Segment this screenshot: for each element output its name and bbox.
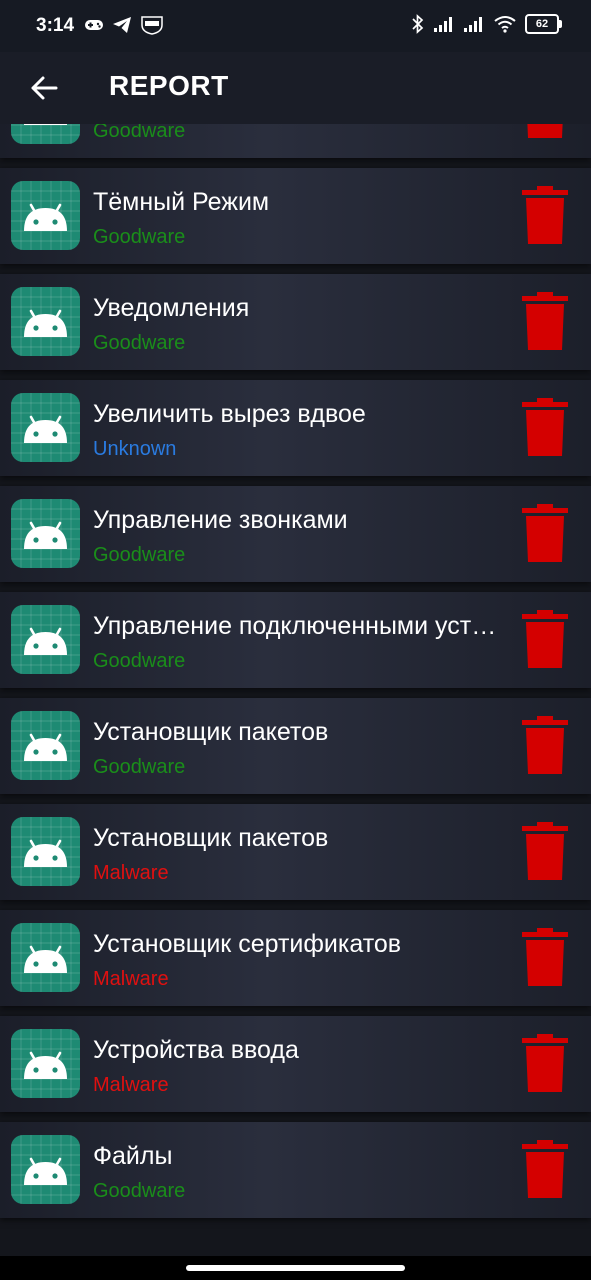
telegram-icon [113, 17, 131, 33]
delete-button[interactable] [520, 398, 570, 458]
app-status-label: Malware [93, 968, 169, 990]
status-icons-left [84, 15, 164, 35]
page-title: REPORT [109, 70, 229, 101]
wifi-icon [494, 16, 516, 33]
app-report-item[interactable]: Уведомления Goodware [0, 274, 591, 370]
app-report-item[interactable]: Файлы Goodware [0, 1122, 591, 1218]
app-name: Увеличить вырез вдвое [93, 400, 366, 428]
delete-button[interactable] [520, 716, 570, 776]
vpn-badge-icon [141, 16, 163, 35]
app-report-item[interactable]: Установщик пакетов Malware [0, 804, 591, 900]
home-indicator[interactable] [186, 1265, 405, 1271]
app-bar: REPORT [0, 52, 591, 124]
delete-button[interactable] [520, 186, 570, 246]
signal-icon [464, 17, 482, 32]
android-app-icon [11, 499, 80, 568]
delete-button[interactable] [520, 504, 570, 564]
app-status-label: Goodware [93, 756, 186, 778]
status-bar: 3:14 62 [0, 0, 591, 52]
app-report-item[interactable]: Управление звонками Goodware [0, 486, 591, 582]
android-app-icon [11, 393, 80, 462]
android-app-icon [11, 711, 80, 780]
app-name: Установщик пакетов [93, 718, 329, 746]
app-name: Управление подключенными устройствами [93, 612, 503, 640]
app-report-item[interactable]: Установщик пакетов Goodware [0, 698, 591, 794]
arrow-left-icon [31, 76, 58, 100]
app-status-label: Malware [93, 1074, 169, 1096]
delete-button[interactable] [520, 610, 570, 670]
android-app-icon [11, 817, 80, 886]
app-report-item[interactable]: Увеличить вырез вдвое Unknown [0, 380, 591, 476]
app-name: Установщик сертификатов [93, 930, 402, 958]
delete-button[interactable] [520, 1140, 570, 1200]
signal-icon [434, 17, 452, 32]
bluetooth-icon [412, 14, 424, 34]
android-app-icon [11, 605, 80, 674]
app-report-item[interactable]: Управление подключенными устройствами Go… [0, 592, 591, 688]
app-name: Управление звонками [93, 506, 348, 534]
battery-icon: 62 [525, 14, 562, 34]
android-app-icon [11, 1029, 80, 1098]
app-status-label: Goodware [93, 544, 186, 566]
app-status-label: Goodware [93, 332, 186, 354]
app-report-item[interactable]: Устройства ввода Malware [0, 1016, 591, 1112]
app-status-label: Goodware [93, 226, 186, 248]
app-name: Тёмный Режим [93, 188, 270, 216]
android-app-icon [11, 1135, 80, 1204]
android-app-icon [11, 124, 80, 144]
app-name: Файлы [93, 1142, 173, 1170]
app-name: Установщик пакетов [93, 824, 329, 852]
gamepad-icon [85, 20, 103, 30]
app-report-item[interactable]: Трассировка системы Goodware [0, 124, 591, 158]
android-app-icon [11, 287, 80, 356]
delete-button[interactable] [520, 928, 570, 988]
status-icons-right: 62 [411, 14, 562, 34]
android-app-icon [11, 181, 80, 250]
back-button[interactable] [24, 68, 64, 108]
app-status-label: Goodware [93, 124, 186, 142]
status-time: 3:14 [36, 15, 75, 36]
delete-button[interactable] [520, 292, 570, 352]
app-report-list[interactable]: Трассировка системы Goodware Тёмный Режи… [0, 124, 591, 1256]
app-status-label: Goodware [93, 1180, 186, 1202]
app-status-label: Malware [93, 862, 169, 884]
app-status-label: Goodware [93, 650, 186, 672]
app-report-item[interactable]: Тёмный Режим Goodware [0, 168, 591, 264]
android-app-icon [11, 923, 80, 992]
delete-button[interactable] [520, 1034, 570, 1094]
app-name: Уведомления [93, 294, 250, 322]
app-name: Устройства ввода [93, 1036, 299, 1064]
app-report-list-content: Трассировка системы Goodware Тёмный Режи… [0, 124, 591, 1228]
app-status-label: Unknown [93, 438, 177, 460]
delete-button[interactable] [520, 822, 570, 882]
delete-button[interactable] [520, 124, 570, 140]
app-report-item[interactable]: Установщик сертификатов Malware [0, 910, 591, 1006]
